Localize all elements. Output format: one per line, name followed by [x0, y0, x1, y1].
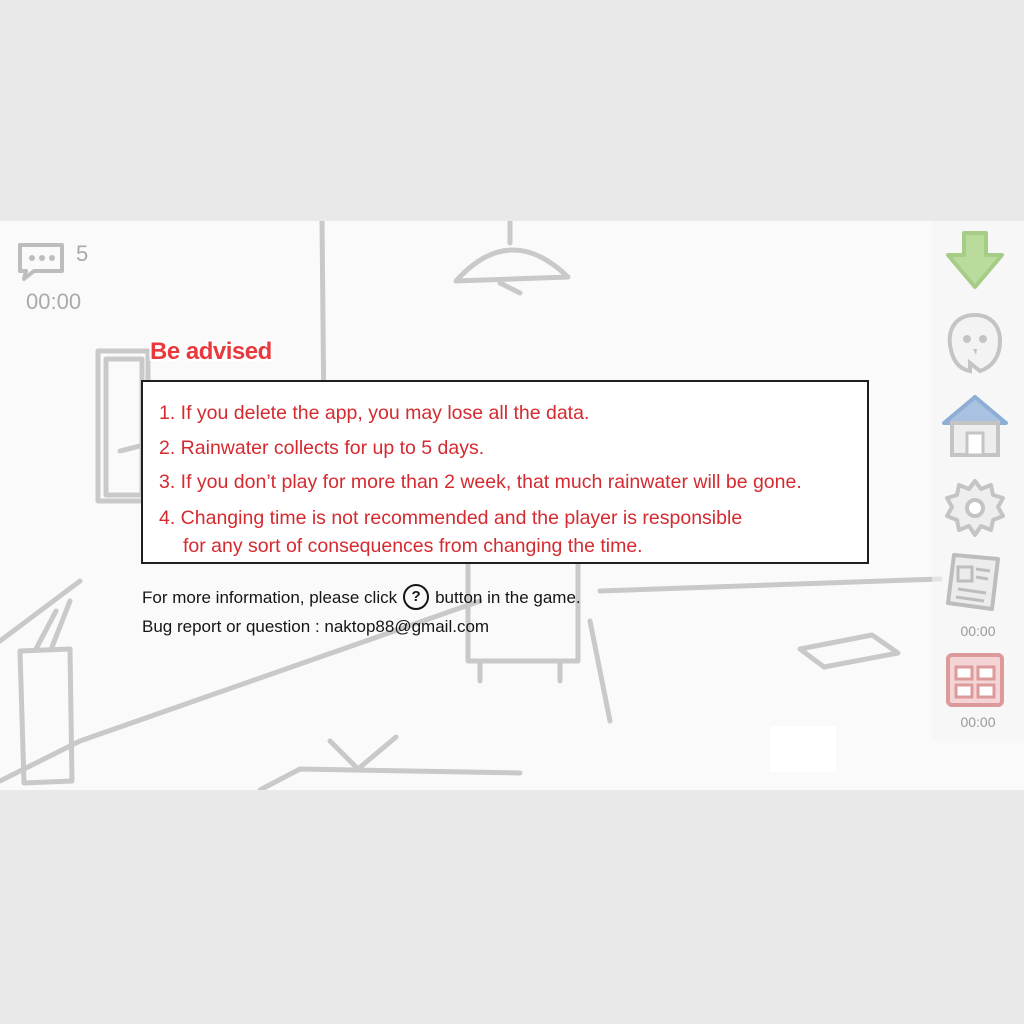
calendar-timer: 00:00: [960, 714, 996, 730]
help-icon: ?: [403, 584, 430, 611]
advisory-item: 4. Changing time is not recommended and …: [159, 504, 867, 560]
info-text: For more information, please click? butto…: [142, 584, 581, 641]
info-help-after: button in the game.: [435, 588, 581, 607]
sidebar: 00:00 00:00: [932, 221, 1024, 741]
info-line-help: For more information, please click? butto…: [142, 584, 581, 613]
advisory-item: 3. If you don’t play for more than 2 wee…: [159, 471, 802, 493]
game-screen: 5 00:00 00:00 00:00 Be advised 1. If you…: [0, 221, 1024, 790]
advisory-item-continuation: for any sort of consequences from changi…: [183, 534, 643, 557]
message-count: 5: [76, 241, 89, 266]
advisory-item: 1. If you delete the app, you may lose a…: [159, 402, 590, 424]
calendar-icon[interactable]: [940, 645, 1010, 715]
blank-panel: [770, 726, 836, 772]
dialog-title: Be advised: [150, 338, 272, 365]
info-line-contact: Bug report or question : naktop88@gmail.…: [142, 617, 490, 637]
advisory-item-line: 4. Changing time is not recommended and …: [159, 506, 743, 529]
gear-icon[interactable]: [940, 473, 1010, 543]
speech-bubble-icon[interactable]: [16, 241, 66, 281]
advisory-box: 1. If you delete the app, you may lose a…: [141, 380, 869, 564]
newspaper-timer: 00:00: [960, 623, 996, 639]
timer-display: 00:00: [26, 289, 82, 314]
newspaper-icon[interactable]: [940, 547, 1010, 617]
info-help-before: For more information, please click: [142, 588, 398, 607]
green-arrow-icon[interactable]: [940, 227, 1010, 297]
ghost-face-icon[interactable]: [940, 309, 1010, 379]
advisory-item: 2. Rainwater collects for up to 5 days.: [159, 436, 485, 459]
house-icon[interactable]: [940, 391, 1010, 461]
